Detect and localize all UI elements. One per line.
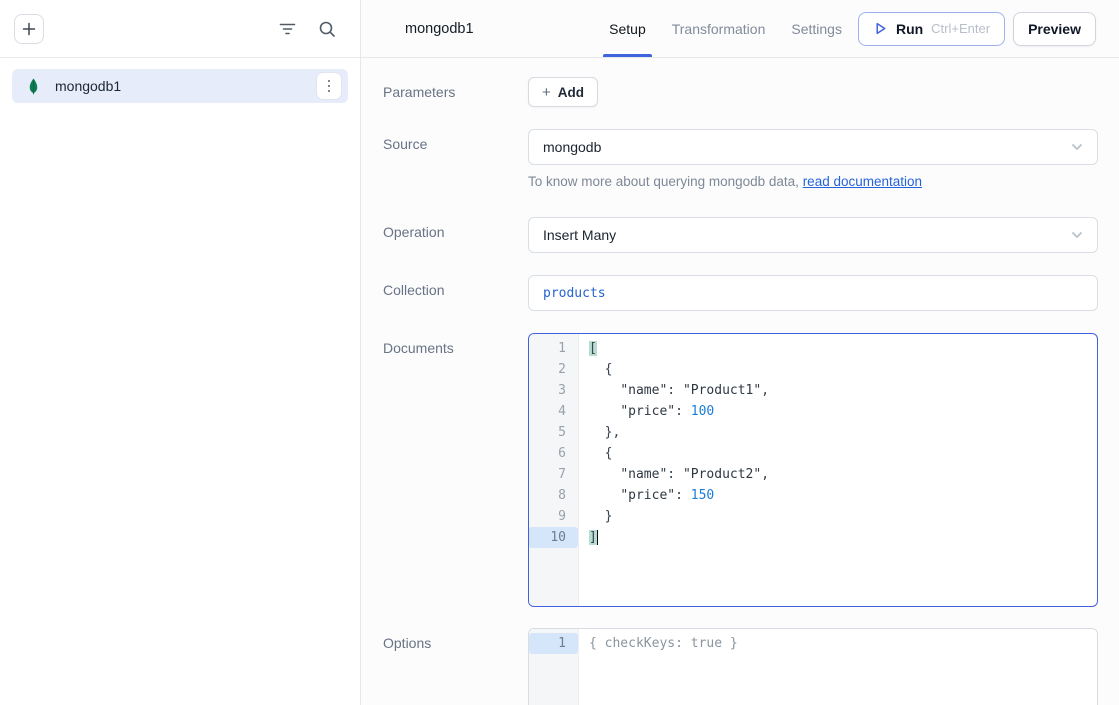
source-row: Source mongodb To know more about queryi…: [383, 129, 1098, 189]
query-sidebar: mongodb1: [0, 0, 361, 705]
documents-label: Documents: [383, 333, 528, 607]
query-item-label: mongodb1: [55, 78, 316, 94]
documents-gutter: 12345678910: [529, 334, 579, 606]
add-plus-icon: +: [542, 85, 551, 100]
documents-code[interactable]: [ { "name": "Product1", "price": 100 }, …: [579, 334, 1097, 606]
source-label: Source: [383, 129, 528, 189]
collection-input[interactable]: products: [528, 275, 1098, 311]
source-helper-text: To know more about querying mongodb data…: [528, 174, 1098, 189]
kebab-icon: [328, 80, 331, 93]
query-editor-panel: mongodb1 Setup Transformation Settings R…: [361, 0, 1119, 705]
add-parameter-button[interactable]: + Add: [528, 77, 598, 107]
run-button[interactable]: Run Ctrl+Enter: [858, 12, 1005, 46]
app-window: mongodb1 mongodb1 Setup Transformation S…: [0, 0, 1119, 705]
tab-settings[interactable]: Settings: [791, 0, 842, 57]
source-select-value: mongodb: [543, 139, 1069, 155]
sidebar-header: [0, 0, 360, 58]
chevron-down-icon: [1069, 227, 1085, 243]
documents-row: Documents 12345678910 [ { "name": "Produ…: [383, 333, 1098, 607]
documents-editor[interactable]: 12345678910 [ { "name": "Product1", "pri…: [528, 333, 1098, 607]
chevron-down-icon: [1069, 139, 1085, 155]
operation-select-value: Insert Many: [543, 227, 1069, 243]
run-button-label: Run: [896, 21, 923, 37]
query-setup-form: Parameters + Add Source mongodb: [361, 58, 1119, 705]
options-row: Options 1 { checkKeys: true }: [383, 628, 1098, 705]
options-editor[interactable]: 1 { checkKeys: true }: [528, 628, 1098, 705]
tab-transformation[interactable]: Transformation: [672, 0, 766, 57]
options-code[interactable]: { checkKeys: true }: [579, 629, 1097, 705]
query-item-menu-button[interactable]: [316, 72, 342, 100]
play-icon: [873, 21, 888, 36]
parameters-row: Parameters + Add: [383, 77, 1098, 107]
plus-icon: [22, 22, 36, 36]
operation-label: Operation: [383, 217, 528, 253]
tab-setup[interactable]: Setup: [609, 0, 646, 57]
add-parameter-label: Add: [558, 85, 584, 100]
filter-icon[interactable]: [274, 16, 300, 42]
header-buttons: Run Ctrl+Enter Preview: [858, 12, 1096, 46]
query-list-item-mongodb1[interactable]: mongodb1: [12, 69, 348, 103]
editor-tabs: Setup Transformation Settings: [609, 0, 842, 57]
run-shortcut: Ctrl+Enter: [931, 21, 990, 36]
collection-label: Collection: [383, 275, 528, 311]
read-documentation-link[interactable]: read documentation: [803, 174, 922, 189]
query-list: mongodb1: [0, 58, 360, 114]
options-label: Options: [383, 628, 528, 705]
source-select[interactable]: mongodb: [528, 129, 1098, 165]
add-query-button[interactable]: [14, 14, 44, 44]
preview-button[interactable]: Preview: [1013, 12, 1096, 46]
parameters-label: Parameters: [383, 77, 528, 107]
operation-select[interactable]: Insert Many: [528, 217, 1098, 253]
options-gutter: 1: [529, 629, 579, 705]
mongodb-leaf-icon: [26, 78, 42, 95]
search-icon[interactable]: [314, 16, 340, 42]
query-editor-header: mongodb1 Setup Transformation Settings R…: [361, 0, 1119, 58]
operation-row: Operation Insert Many: [383, 217, 1098, 253]
query-title: mongodb1: [405, 21, 474, 37]
source-helper-prefix: To know more about querying mongodb data…: [528, 174, 803, 189]
collection-row: Collection products: [383, 275, 1098, 311]
collection-input-value: products: [543, 286, 606, 301]
